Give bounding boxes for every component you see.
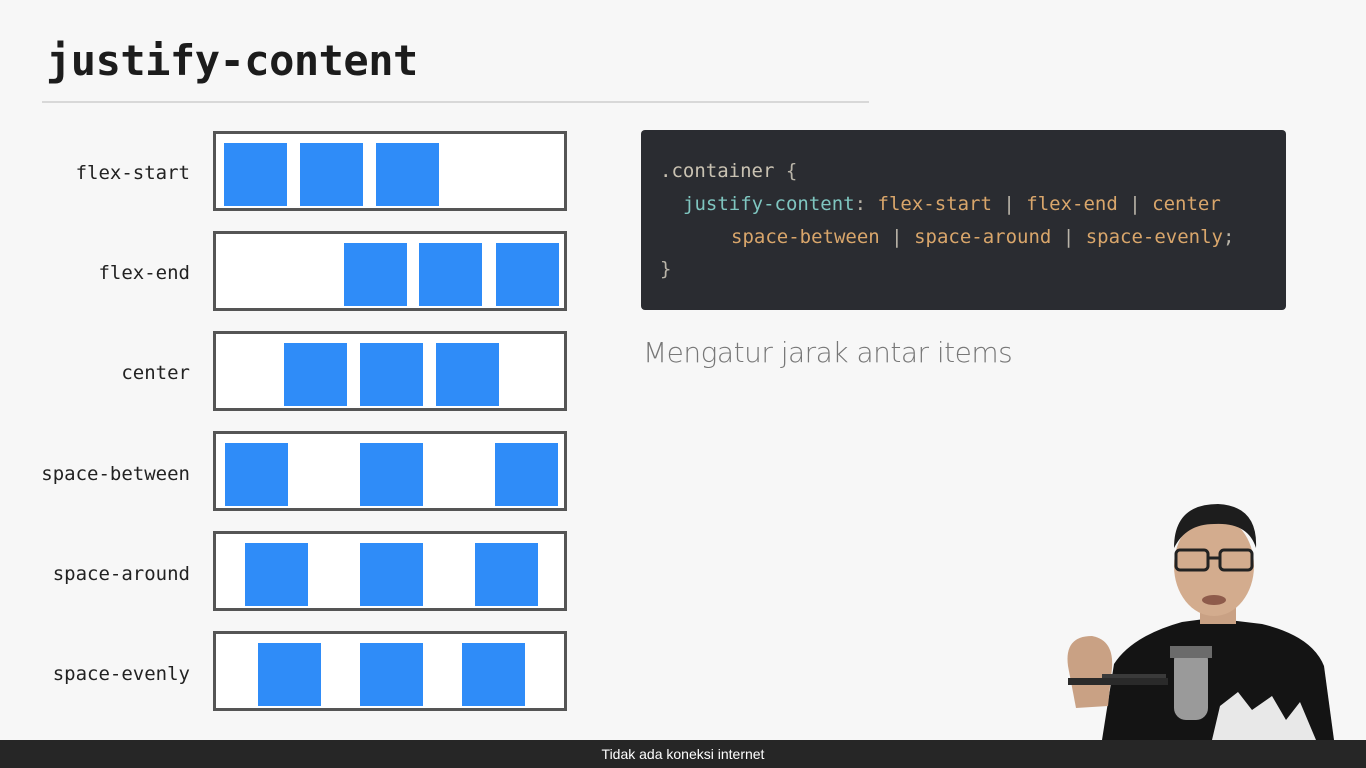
slide-description: Mengatur jarak antar items [643,336,1013,369]
demo-label-center: center [121,362,190,384]
flex-item [245,543,308,606]
flex-item [258,643,321,706]
code-open-brace: { [785,160,798,182]
code-line-values: space-between | space-around | space-eve… [731,225,1234,249]
demo-label-space-between: space-between [41,463,190,485]
demo-label-space-evenly: space-evenly [52,663,190,685]
demo-box-space-evenly [213,631,567,711]
flex-item [495,443,558,506]
code-line-close: } [660,257,671,281]
flex-item [419,243,482,306]
flex-item [496,243,559,306]
flex-item [344,243,407,306]
presenter-video [1062,496,1342,740]
demo-label-flex-start: flex-start [75,162,190,184]
code-separator: | [891,226,903,248]
flex-item [360,643,423,706]
code-line-selector: .container { [660,159,797,183]
code-colon: : [854,193,867,215]
flex-item [462,643,525,706]
flex-item [475,543,538,606]
code-value: space-between [731,226,880,248]
code-value: center [1152,193,1221,215]
code-value: flex-end [1026,193,1118,215]
flex-item [225,443,288,506]
demo-box-space-between [213,431,567,511]
status-message: Tidak ada koneksi internet [601,746,765,762]
demo-box-space-around [213,531,567,611]
flex-item [376,143,439,206]
title-divider [42,101,869,103]
code-separator: | [1129,193,1141,215]
flex-item [284,343,347,406]
code-semicolon: ; [1223,226,1235,248]
demo-label-space-around: space-around [52,563,190,585]
presenter-figure [1067,504,1334,740]
flex-item [360,343,423,406]
flex-item [436,343,499,406]
code-close-brace: } [660,258,672,280]
demo-box-flex-end [213,231,567,311]
flex-item [224,143,287,206]
code-selector: .container [660,160,775,182]
flex-item [360,543,423,606]
demo-label-flex-end: flex-end [98,262,190,284]
code-block: .container { justify-content: flex-start… [641,130,1286,310]
code-separator: | [1003,193,1015,215]
flex-item [300,143,363,206]
code-value: space-around [914,226,1052,248]
code-value: flex-start [877,193,992,215]
demo-box-flex-start [213,131,567,211]
demo-box-center [213,331,567,411]
code-line-property: justify-content: flex-start | flex-end |… [683,192,1221,216]
status-bar: Tidak ada koneksi internet [0,740,1366,768]
code-property: justify-content [683,193,855,215]
slide-title: justify-content [46,36,418,85]
code-value: space-evenly [1085,226,1223,248]
flex-item [360,443,423,506]
code-separator: | [1062,226,1075,248]
